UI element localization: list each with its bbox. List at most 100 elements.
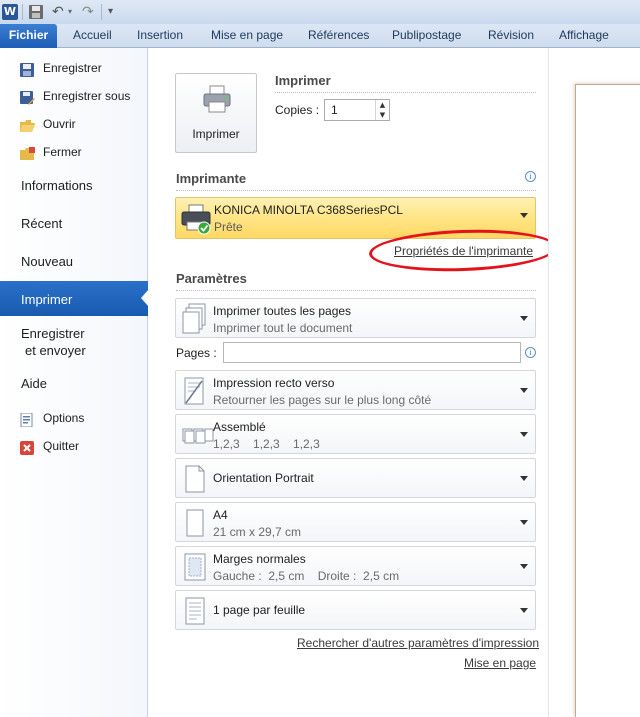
tab-affichage[interactable]: Affichage: [559, 24, 609, 48]
nav-item-informations[interactable]: Informations: [0, 177, 148, 197]
setting-title: Orientation Portrait: [213, 471, 314, 485]
printer-icon: [202, 84, 232, 117]
setting-subtitle: 21 cm x 29,7 cm: [213, 525, 302, 539]
nav-label-line2: et envoyer: [25, 343, 86, 358]
toolbar-separator: [101, 4, 102, 20]
setting-title: Imprimer toutes les pages: [213, 304, 352, 318]
nav-item-aide[interactable]: Aide: [0, 375, 148, 395]
paper-size-dropdown[interactable]: A4 21 cm x 29,7 cm: [175, 502, 536, 542]
margins-icon: [182, 551, 208, 583]
printer-status-icon: [180, 203, 212, 238]
chevron-down-icon: [520, 564, 528, 569]
chevron-down-icon: [520, 388, 528, 393]
tab-revision[interactable]: Révision: [488, 24, 534, 48]
setting-title: A4: [213, 508, 228, 522]
nav-item-quitter[interactable]: Quitter: [0, 434, 148, 458]
preview-page: [575, 84, 640, 717]
collated-icon: [182, 419, 214, 451]
quick-access-toolbar: W ↶ ▾ ↷ ▾: [0, 0, 640, 24]
setting-title: Marges normales: [213, 552, 306, 566]
chevron-down-icon: [520, 316, 528, 321]
nav-label: Nouveau: [21, 254, 74, 269]
spin-arrows-icon[interactable]: ▲ ▼: [375, 100, 389, 120]
nav-item-nouveau[interactable]: Nouveau: [0, 253, 148, 273]
chevron-down-icon: [520, 432, 528, 437]
nav-item-fermer[interactable]: Fermer: [0, 140, 148, 164]
backstage-nav: Enregistrer Enregistrer sous Ouvrir Ferm…: [0, 48, 149, 717]
pages-per-sheet-dropdown[interactable]: 1 page par feuille: [175, 590, 536, 630]
nav-label: Aide: [21, 376, 48, 391]
setting-subtitle: Imprimer tout le document: [213, 321, 353, 335]
undo-icon[interactable]: ↶: [52, 4, 68, 20]
save-icon: [20, 61, 35, 77]
more-print-settings-link[interactable]: Rechercher d'autres paramètres d'impress…: [297, 636, 539, 650]
ribbon-tabs: Fichier Accueil Insertion Mise en page R…: [0, 24, 640, 48]
nav-item-enregistrer-sous[interactable]: Enregistrer sous: [0, 84, 148, 108]
info-icon[interactable]: i: [525, 171, 536, 182]
nav-label: Fermer: [43, 145, 82, 159]
tab-accueil[interactable]: Accueil: [73, 24, 112, 48]
print-range-dropdown[interactable]: Imprimer toutes les pages Imprimer tout …: [175, 298, 536, 338]
divider: [275, 92, 536, 93]
margins-dropdown[interactable]: Marges normales Gauche : 2,5 cm Droite :…: [175, 546, 536, 586]
tab-fichier[interactable]: Fichier: [0, 24, 57, 48]
nav-item-recent[interactable]: Récent: [0, 215, 148, 235]
nav-item-options[interactable]: Options: [0, 406, 148, 430]
setting-subtitle: Retourner les pages sur le plus long côt…: [213, 393, 432, 407]
nav-label: Options: [43, 411, 85, 425]
settings-heading: Paramètres: [176, 271, 247, 286]
orientation-dropdown[interactable]: Orientation Portrait: [175, 458, 536, 498]
setting-title: 1 page par feuille: [213, 603, 306, 617]
options-icon: [20, 411, 35, 428]
setting-title: Impression recto verso: [213, 376, 335, 390]
page-setup-link[interactable]: Mise en page: [464, 656, 536, 670]
nav-label: Enregistrer: [43, 61, 102, 75]
customize-qat-icon[interactable]: ▾: [108, 4, 124, 20]
paper-size-icon: [182, 507, 208, 539]
save-icon[interactable]: [28, 4, 44, 20]
printer-heading: Imprimante: [176, 171, 247, 186]
open-folder-icon: [20, 117, 35, 132]
word-app-icon[interactable]: W: [2, 4, 18, 20]
nav-item-enregistrer[interactable]: Enregistrer: [0, 56, 148, 80]
nav-item-ouvrir[interactable]: Ouvrir: [0, 112, 148, 136]
nav-label: Quitter: [43, 439, 80, 453]
tab-mise-en-page[interactable]: Mise en page: [211, 24, 283, 48]
redo-icon[interactable]: ↷: [82, 4, 98, 20]
info-icon[interactable]: i: [525, 347, 536, 358]
chevron-down-icon: [520, 608, 528, 613]
tab-insertion[interactable]: Insertion: [137, 24, 183, 48]
duplex-dropdown[interactable]: Impression recto verso Retourner les pag…: [175, 370, 536, 410]
save-as-icon: [20, 89, 35, 105]
setting-title: Assemblé: [213, 420, 266, 434]
copies-label: Copies :: [275, 103, 320, 117]
selected-arrow-icon: [141, 289, 149, 307]
copies-stepper[interactable]: 1 ▲ ▼: [324, 99, 390, 121]
nav-label: Récent: [21, 216, 63, 231]
tab-references[interactable]: Références: [308, 24, 369, 48]
divider: [176, 290, 536, 291]
divider: [176, 190, 536, 191]
pages-label: Pages :: [176, 346, 217, 360]
toolbar-separator: [22, 4, 23, 20]
print-button[interactable]: Imprimer: [175, 73, 257, 153]
pages-per-sheet-icon: [182, 595, 208, 627]
nav-label-line1: Enregistrer: [21, 326, 85, 341]
portrait-icon: [182, 463, 208, 495]
print-heading: Imprimer: [275, 73, 331, 88]
exit-icon: [20, 439, 35, 455]
nav-item-enregistrer-et-envoyer[interactable]: Enregistrer et envoyer: [0, 325, 148, 361]
printer-name: KONICA MINOLTA C368SeriesPCL: [214, 203, 403, 217]
nav-label: Informations: [21, 178, 93, 193]
chevron-down-icon: [520, 520, 528, 525]
tab-publipostage[interactable]: Publipostage: [392, 24, 461, 48]
setting-subtitle: 1,2,3 1,2,3 1,2,3: [213, 437, 320, 451]
chevron-down-icon: [520, 213, 528, 218]
nav-label: Enregistrer sous: [43, 89, 131, 103]
collate-dropdown[interactable]: Assemblé 1,2,3 1,2,3 1,2,3: [175, 414, 536, 454]
pages-input[interactable]: [223, 342, 521, 363]
nav-item-imprimer[interactable]: Imprimer: [0, 281, 149, 316]
copies-value: 1: [331, 103, 338, 117]
setting-subtitle: Gauche : 2,5 cm Droite : 2,5 cm: [213, 569, 400, 583]
chevron-down-icon: [520, 476, 528, 481]
